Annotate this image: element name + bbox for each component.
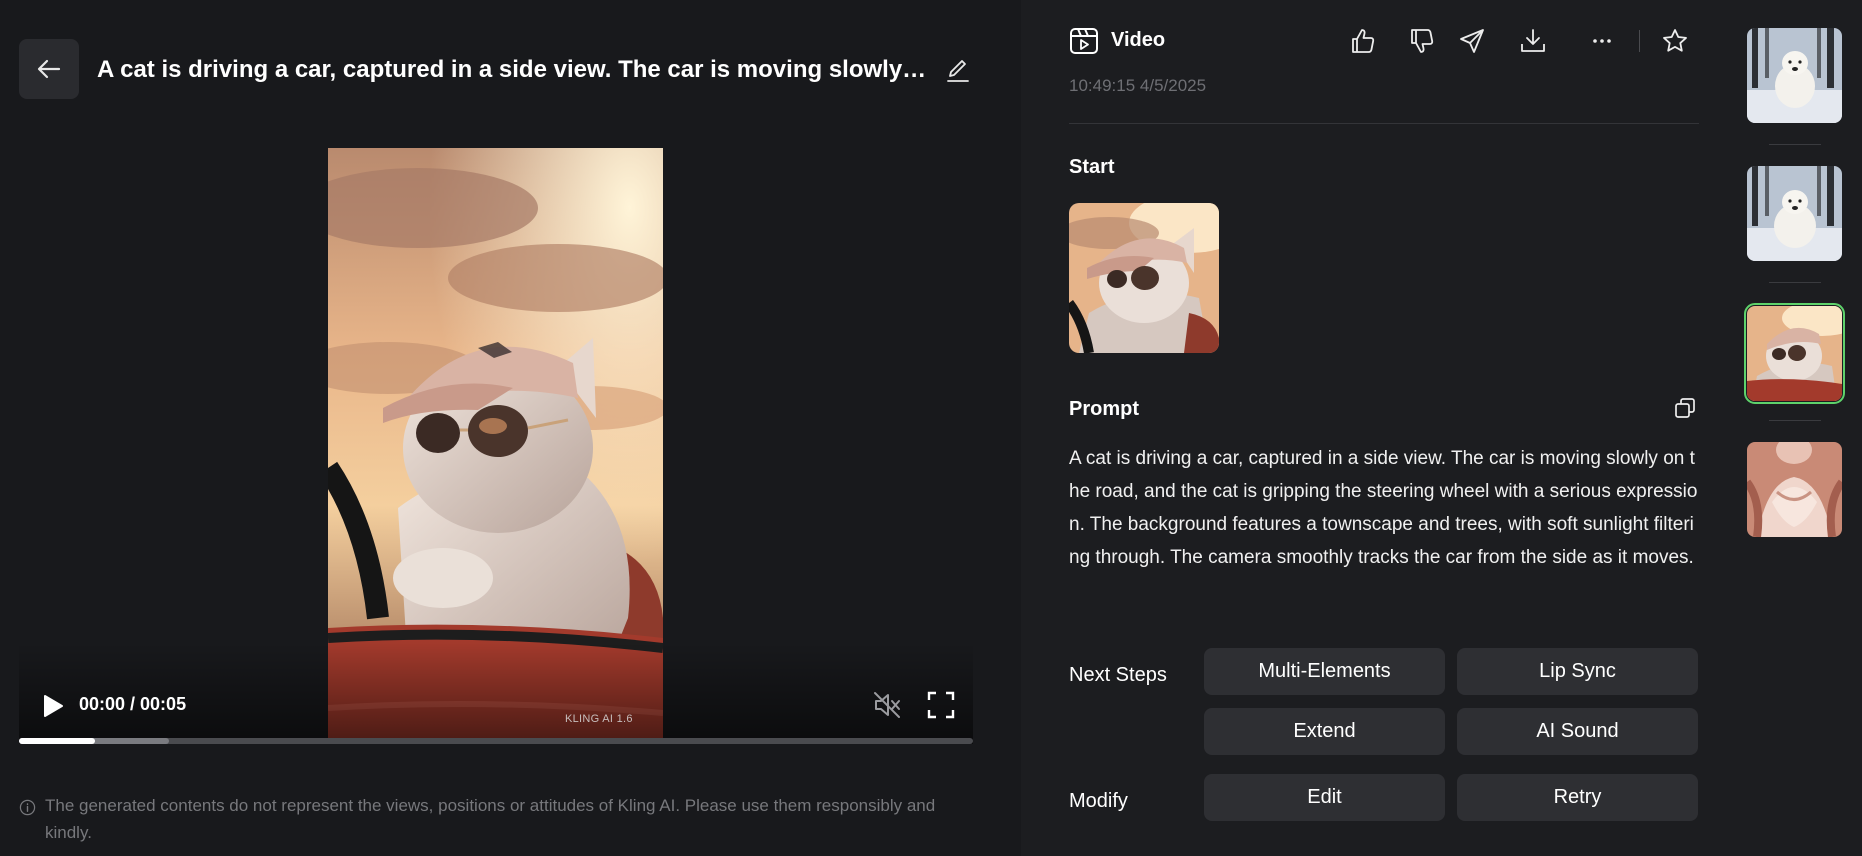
history-item-active[interactable] xyxy=(1744,303,1845,404)
info-icon xyxy=(19,799,36,816)
detail-panel: Video 10:49:15 4/5/2025 Start Prompt A c… xyxy=(1021,0,1703,856)
video-still xyxy=(328,148,663,744)
fullscreen-icon xyxy=(927,691,955,719)
start-frame-image xyxy=(1069,203,1219,353)
muted-speaker-icon xyxy=(874,692,900,718)
copy-icon xyxy=(1675,398,1695,418)
video-frame[interactable] xyxy=(328,148,663,744)
history-separator xyxy=(1769,420,1821,421)
send-icon xyxy=(1460,29,1484,53)
edit-button[interactable]: Edit xyxy=(1204,774,1445,821)
download-button[interactable] xyxy=(1518,26,1548,56)
portrait-thumbnail xyxy=(1747,442,1842,537)
disclaimer: The generated contents do not represent … xyxy=(19,792,969,846)
history-separator xyxy=(1769,282,1821,283)
more-button[interactable] xyxy=(1587,26,1617,56)
time-display: 00:00 / 00:05 xyxy=(79,694,187,714)
download-icon xyxy=(1521,29,1545,52)
type-label: Video xyxy=(1111,29,1166,51)
next-steps-label: Next Steps xyxy=(1069,664,1167,686)
timestamp: 10:49:15 4/5/2025 xyxy=(1069,76,1207,95)
retry-button[interactable]: Retry xyxy=(1457,774,1698,821)
pencil-icon xyxy=(947,60,969,82)
favorite-button[interactable] xyxy=(1660,26,1690,56)
dislike-button[interactable] xyxy=(1407,26,1437,56)
prompt-label: Prompt xyxy=(1069,398,1139,420)
like-button[interactable] xyxy=(1348,26,1378,56)
multi-elements-button[interactable]: Multi-Elements xyxy=(1204,648,1445,695)
lip-sync-button[interactable]: Lip Sync xyxy=(1457,648,1698,695)
page-title: A cat is driving a car, captured in a si… xyxy=(97,56,929,83)
history-item[interactable] xyxy=(1747,442,1842,537)
play-icon xyxy=(44,695,63,717)
star-icon xyxy=(1663,29,1687,52)
mute-button[interactable] xyxy=(871,689,903,721)
history-item[interactable] xyxy=(1747,28,1842,123)
divider xyxy=(1069,123,1699,124)
fullscreen-button[interactable] xyxy=(925,689,957,721)
progress-bar[interactable] xyxy=(19,738,973,744)
cat-driving-thumbnail xyxy=(1747,306,1842,401)
history-rail xyxy=(1703,0,1862,856)
history-separator xyxy=(1769,144,1821,145)
extend-button[interactable]: Extend xyxy=(1204,708,1445,755)
polar-bear-thumbnail xyxy=(1747,28,1842,123)
modify-label: Modify xyxy=(1069,790,1128,812)
edit-title-button[interactable] xyxy=(944,56,972,84)
start-frame-thumbnail[interactable] xyxy=(1069,203,1219,353)
disclaimer-text: The generated contents do not represent … xyxy=(45,796,936,842)
polar-bear-thumbnail xyxy=(1747,166,1842,261)
video-player[interactable]: 00:00 / 00:05 KLING AI 1.6 xyxy=(19,148,973,744)
play-button[interactable] xyxy=(41,693,65,719)
video-preview-panel: A cat is driving a car, captured in a si… xyxy=(0,0,1021,856)
progress-played xyxy=(19,738,95,744)
more-icon xyxy=(1593,39,1611,43)
ai-sound-button[interactable]: AI Sound xyxy=(1457,708,1698,755)
copy-prompt-button[interactable] xyxy=(1673,396,1697,420)
thumbs-up-icon xyxy=(1352,29,1375,53)
thumbs-down-icon xyxy=(1411,29,1434,53)
history-item[interactable] xyxy=(1747,166,1842,261)
arrow-left-icon xyxy=(37,59,61,79)
watermark: KLING AI 1.6 xyxy=(565,713,633,725)
share-button[interactable] xyxy=(1457,26,1487,56)
prompt-text: A cat is driving a car, captured in a si… xyxy=(1069,448,1698,568)
start-label: Start xyxy=(1069,156,1115,178)
video-clip-icon xyxy=(1070,28,1098,54)
toolbar-separator xyxy=(1639,30,1640,52)
back-button[interactable] xyxy=(19,39,79,99)
